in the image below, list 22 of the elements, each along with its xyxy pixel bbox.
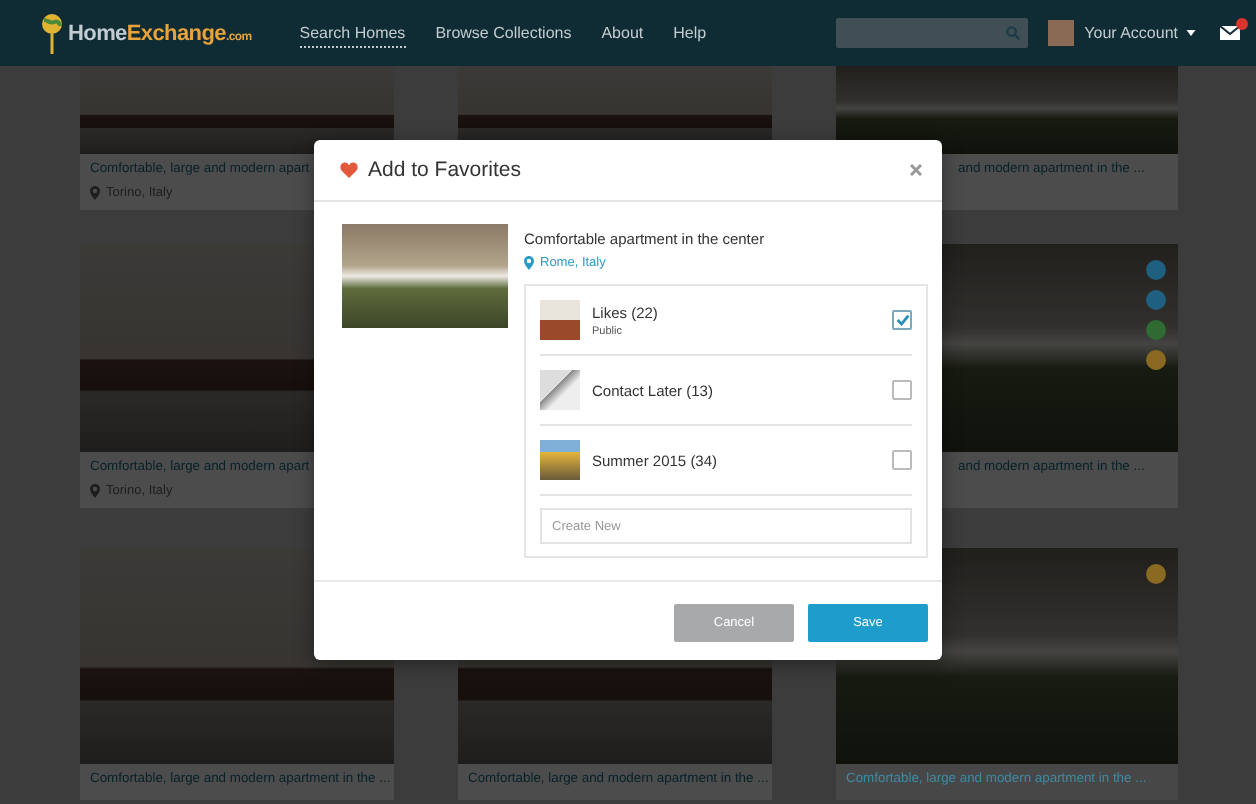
envelope-icon[interactable]	[1220, 26, 1240, 40]
thumbnail-placeholder	[540, 440, 580, 480]
notification-dot	[1236, 18, 1248, 30]
avatar-placeholder[interactable]	[1048, 20, 1075, 46]
dialog-title: Add to Favorites	[368, 158, 521, 182]
thumbnail-placeholder	[540, 300, 580, 340]
heart-icon	[340, 162, 358, 178]
nav-link[interactable]: Browse Collections	[435, 19, 572, 47]
nav-link[interactable]: Help	[673, 19, 707, 47]
account-menu[interactable]: Your Account	[1084, 24, 1178, 42]
search-icon[interactable]	[1006, 26, 1021, 40]
checkbox[interactable]	[892, 380, 912, 400]
globe-pin-icon	[40, 11, 64, 55]
checkbox[interactable]	[892, 310, 912, 330]
close-icon[interactable]	[910, 164, 922, 176]
caret-icon[interactable]	[1186, 30, 1196, 36]
checkbox[interactable]	[892, 450, 912, 470]
search-field[interactable]	[836, 18, 1029, 48]
nav-link[interactable]: Search Homes	[299, 19, 406, 47]
thumbnail-placeholder	[540, 370, 580, 410]
location-pin-icon	[524, 256, 534, 270]
nav-link[interactable]: About	[601, 19, 644, 47]
